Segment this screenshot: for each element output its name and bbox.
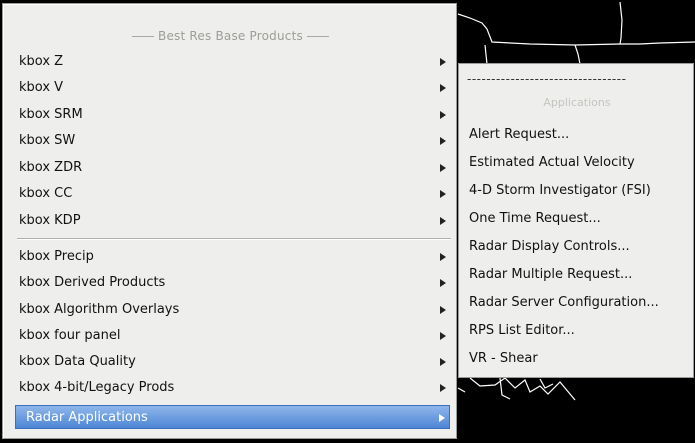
menu-item-label: kbox Precip bbox=[19, 249, 94, 264]
submenu-arrow-icon bbox=[438, 129, 448, 153]
menu-item-label: kbox four panel bbox=[19, 328, 121, 343]
menu-item-kbox-data-quality[interactable]: kbox Data Quality bbox=[9, 350, 450, 374]
menu-item-kbox-algorithm-overlays[interactable]: kbox Algorithm Overlays bbox=[9, 298, 450, 322]
submenu-item-4d-storm-investigator[interactable]: 4-D Storm Investigator (FSI) bbox=[461, 179, 691, 203]
submenu-arrow-icon bbox=[438, 324, 448, 348]
menu-item-label: kbox CC bbox=[19, 186, 73, 201]
menu-item-label: kbox 4-bit/Legacy Prods bbox=[19, 380, 175, 395]
submenu-arrow-icon bbox=[438, 271, 448, 295]
submenu-arrow-icon bbox=[438, 245, 448, 269]
menu-item-kbox-cc[interactable]: kbox CC bbox=[9, 182, 450, 206]
main-menu: Best Res Base Products kbox Z kbox V kbo… bbox=[2, 3, 457, 439]
header-dash-left bbox=[132, 36, 155, 37]
submenu-item-alert-request[interactable]: Alert Request... bbox=[461, 123, 691, 147]
menu-item-label: kbox Z bbox=[19, 54, 64, 69]
menu-item-label: Radar Applications bbox=[26, 410, 148, 425]
submenu-item-one-time-request[interactable]: One Time Request... bbox=[461, 207, 691, 231]
submenu-arrow-icon bbox=[438, 182, 448, 206]
menu-item-kbox-kdp[interactable]: kbox KDP bbox=[9, 209, 450, 233]
submenu-item-vr-shear[interactable]: VR - Shear bbox=[461, 347, 691, 371]
menu-item-label: kbox ZDR bbox=[19, 160, 83, 175]
menu-item-kbox-zdr[interactable]: kbox ZDR bbox=[9, 156, 450, 180]
menu-item-kbox-sw[interactable]: kbox SW bbox=[9, 129, 450, 153]
main-menu-header-label: Best Res Base Products bbox=[158, 29, 303, 43]
menu-separator bbox=[17, 238, 451, 240]
submenu-arrow-icon bbox=[438, 350, 448, 374]
menu-item-kbox-precip[interactable]: kbox Precip bbox=[9, 245, 450, 269]
menu-item-label: kbox SRM bbox=[19, 107, 83, 122]
submenu-arrow-icon bbox=[437, 406, 447, 430]
submenu-header: Applications bbox=[543, 96, 611, 109]
menu-item-label: kbox SW bbox=[19, 133, 76, 148]
menu-item-kbox-v[interactable]: kbox V bbox=[9, 76, 450, 100]
menu-item-label: kbox V bbox=[19, 80, 64, 95]
menu-item-label: kbox Algorithm Overlays bbox=[19, 302, 180, 317]
header-dash-right bbox=[306, 36, 329, 37]
submenu-arrow-icon bbox=[438, 376, 448, 400]
submenu-arrow-icon bbox=[438, 50, 448, 74]
submenu-item-estimated-actual-velocity[interactable]: Estimated Actual Velocity bbox=[461, 151, 691, 175]
submenu-arrow-icon bbox=[438, 156, 448, 180]
main-menu-header: Best Res Base Products bbox=[3, 26, 458, 46]
menu-item-label: kbox Data Quality bbox=[19, 354, 136, 369]
radar-applications-submenu: --------------------------------- Applic… bbox=[458, 63, 694, 378]
submenu-arrow-icon bbox=[438, 298, 448, 322]
menu-item-kbox-4bit-legacy-prods[interactable]: kbox 4-bit/Legacy Prods bbox=[9, 376, 450, 400]
menu-item-label: kbox Derived Products bbox=[19, 275, 166, 290]
menu-item-kbox-derived-products[interactable]: kbox Derived Products bbox=[9, 271, 450, 295]
menu-item-kbox-four-panel[interactable]: kbox four panel bbox=[9, 324, 450, 348]
submenu-arrow-icon bbox=[438, 76, 448, 100]
submenu-item-radar-server-configuration[interactable]: Radar Server Configuration... bbox=[461, 291, 691, 315]
submenu-item-radar-display-controls[interactable]: Radar Display Controls... bbox=[461, 235, 691, 259]
menu-item-kbox-z[interactable]: kbox Z bbox=[9, 50, 450, 74]
submenu-tearoff-line[interactable]: --------------------------------- bbox=[467, 72, 687, 86]
submenu-arrow-icon bbox=[438, 103, 448, 127]
submenu-item-rps-list-editor[interactable]: RPS List Editor... bbox=[461, 319, 691, 343]
submenu-item-radar-multiple-request[interactable]: Radar Multiple Request... bbox=[461, 263, 691, 287]
menu-item-radar-applications[interactable]: Radar Applications bbox=[15, 405, 450, 429]
menu-item-label: kbox KDP bbox=[19, 213, 81, 228]
menu-item-kbox-srm[interactable]: kbox SRM bbox=[9, 103, 450, 127]
submenu-arrow-icon bbox=[438, 209, 448, 233]
